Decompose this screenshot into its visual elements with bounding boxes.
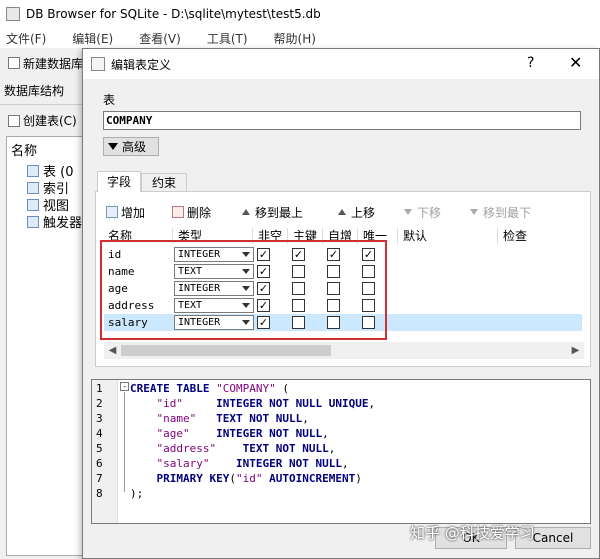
- horizontal-scrollbar[interactable]: ◀ ▶: [104, 342, 584, 359]
- tree-item-triggers[interactable]: 触发器: [7, 213, 84, 231]
- move-up-icon: [338, 209, 346, 215]
- delete-field-button[interactable]: 删除: [172, 202, 211, 222]
- sql-code-line: PRIMARY KEY("id" AUTOINCREMENT): [156, 472, 362, 485]
- watermark: 知乎 @科技爱学习: [410, 524, 535, 542]
- main-titlebar: DB Browser for SQLite - D:\sqlite\mytest…: [0, 0, 600, 28]
- tree-item-tables[interactable]: 表 (0: [7, 162, 84, 180]
- schema-tree[interactable]: 名称 表 (0 索引 视图 触发器: [6, 136, 85, 556]
- line-number: 5: [96, 442, 103, 455]
- add-field-button[interactable]: 增加: [106, 202, 145, 222]
- close-icon[interactable]: ✕: [569, 53, 582, 72]
- line-number: 2: [96, 397, 103, 410]
- sql-code-line: );: [130, 487, 144, 500]
- help-button[interactable]: ?: [527, 55, 534, 71]
- advanced-button[interactable]: 高级: [103, 137, 159, 156]
- fields-toolbar: 增加 删除 移到最上 上移 下移 移到最下: [106, 202, 586, 222]
- view-icon: [27, 198, 39, 211]
- fold-line: [124, 392, 125, 492]
- annotation-highlight-box: [100, 240, 387, 340]
- column-header-default[interactable]: 默认: [399, 228, 427, 244]
- line-number: 7: [96, 472, 103, 485]
- sql-code-line: "age" INTEGER NOT NULL,: [156, 427, 329, 440]
- new-database-button[interactable]: 新建数据库: [0, 50, 90, 76]
- move-down-label: 下移: [417, 205, 442, 220]
- move-up-label: 上移: [351, 205, 376, 220]
- tab-fields[interactable]: 字段: [97, 171, 141, 192]
- table-name-input[interactable]: COMPANY: [103, 111, 581, 130]
- table-label: 表: [103, 93, 116, 107]
- app-icon: [6, 7, 20, 21]
- sql-code-line: "salary" INTEGER NOT NULL,: [156, 457, 349, 470]
- column-divider: [497, 228, 498, 244]
- move-down-button[interactable]: 下移: [404, 202, 441, 222]
- dialog-icon: [91, 57, 105, 71]
- chevron-left-icon[interactable]: ◀: [104, 342, 121, 359]
- line-number: 1: [96, 382, 103, 395]
- main-menubar: 文件(F) 编辑(E) 查看(V) 工具(T) 帮助(H): [0, 28, 600, 48]
- scrollbar-thumb[interactable]: [121, 345, 331, 356]
- table-icon: [27, 164, 39, 177]
- line-number: 8: [96, 487, 103, 500]
- line-number: 3: [96, 412, 103, 425]
- tab-divider: [0, 104, 85, 105]
- sql-code-line: "name" TEXT NOT NULL,: [156, 412, 309, 425]
- fold-toggle-icon[interactable]: -: [120, 382, 129, 391]
- tree-header-name: 名称: [11, 144, 38, 159]
- dialog-titlebar: 编辑表定义 ? ✕: [83, 49, 599, 79]
- menu-edit[interactable]: 编辑(E): [72, 30, 113, 47]
- move-top-icon: [242, 209, 250, 215]
- create-table-label: 创建表(C): [23, 114, 77, 128]
- main-window-title: DB Browser for SQLite - D:\sqlite\mytest…: [26, 7, 321, 21]
- tree-item-views[interactable]: 视图: [7, 196, 84, 214]
- column-divider: [397, 228, 398, 244]
- delete-icon: [172, 206, 184, 218]
- add-field-label: 增加: [121, 205, 146, 220]
- advanced-label: 高级: [122, 140, 147, 154]
- database-structure-panel: 数据库结构 创建表(C) 名称 表 (0 索引 视图 触发器: [0, 78, 85, 559]
- index-icon: [27, 181, 39, 194]
- dialog-title: 编辑表定义: [111, 57, 172, 72]
- sql-code-line: "id" INTEGER NOT NULL UNIQUE,: [156, 397, 376, 410]
- tab-database-structure[interactable]: 数据库结构: [4, 82, 64, 102]
- sql-preview[interactable]: - 1 CREATE TABLE "COMPANY" ( 2 "id" INTEGE…: [91, 379, 591, 524]
- menu-file[interactable]: 文件(F): [6, 30, 46, 47]
- column-header-check[interactable]: 检查: [499, 228, 527, 244]
- create-table-button[interactable]: 创建表(C): [8, 112, 77, 129]
- menu-tools[interactable]: 工具(T): [207, 30, 248, 47]
- trigger-icon: [27, 215, 39, 228]
- new-database-label: 新建数据库: [23, 56, 84, 71]
- move-down-icon: [404, 209, 412, 215]
- move-top-button[interactable]: 移到最上: [242, 202, 303, 222]
- menu-view[interactable]: 查看(V): [139, 30, 181, 47]
- add-icon: [106, 206, 118, 218]
- sql-code-line: "address" TEXT NOT NULL,: [156, 442, 336, 455]
- tree-item-label: 触发器: [43, 216, 83, 231]
- move-top-label: 移到最上: [255, 205, 304, 220]
- create-table-icon: [8, 114, 20, 127]
- move-bottom-label: 移到最下: [483, 205, 532, 220]
- sql-code-line: CREATE TABLE "COMPANY" (: [130, 382, 289, 395]
- chevron-right-icon[interactable]: ▶: [567, 342, 584, 359]
- chevron-down-icon: [108, 143, 118, 150]
- move-bottom-icon: [470, 209, 478, 215]
- tree-item-indices[interactable]: 索引: [7, 179, 84, 197]
- tab-constraints[interactable]: 约束: [141, 173, 187, 192]
- new-database-icon: [8, 57, 20, 69]
- menu-help[interactable]: 帮助(H): [274, 30, 316, 47]
- delete-field-label: 删除: [187, 205, 212, 220]
- move-up-button[interactable]: 上移: [338, 202, 375, 222]
- move-bottom-button[interactable]: 移到最下: [470, 202, 531, 222]
- line-number: 6: [96, 457, 103, 470]
- line-number: 4: [96, 427, 103, 440]
